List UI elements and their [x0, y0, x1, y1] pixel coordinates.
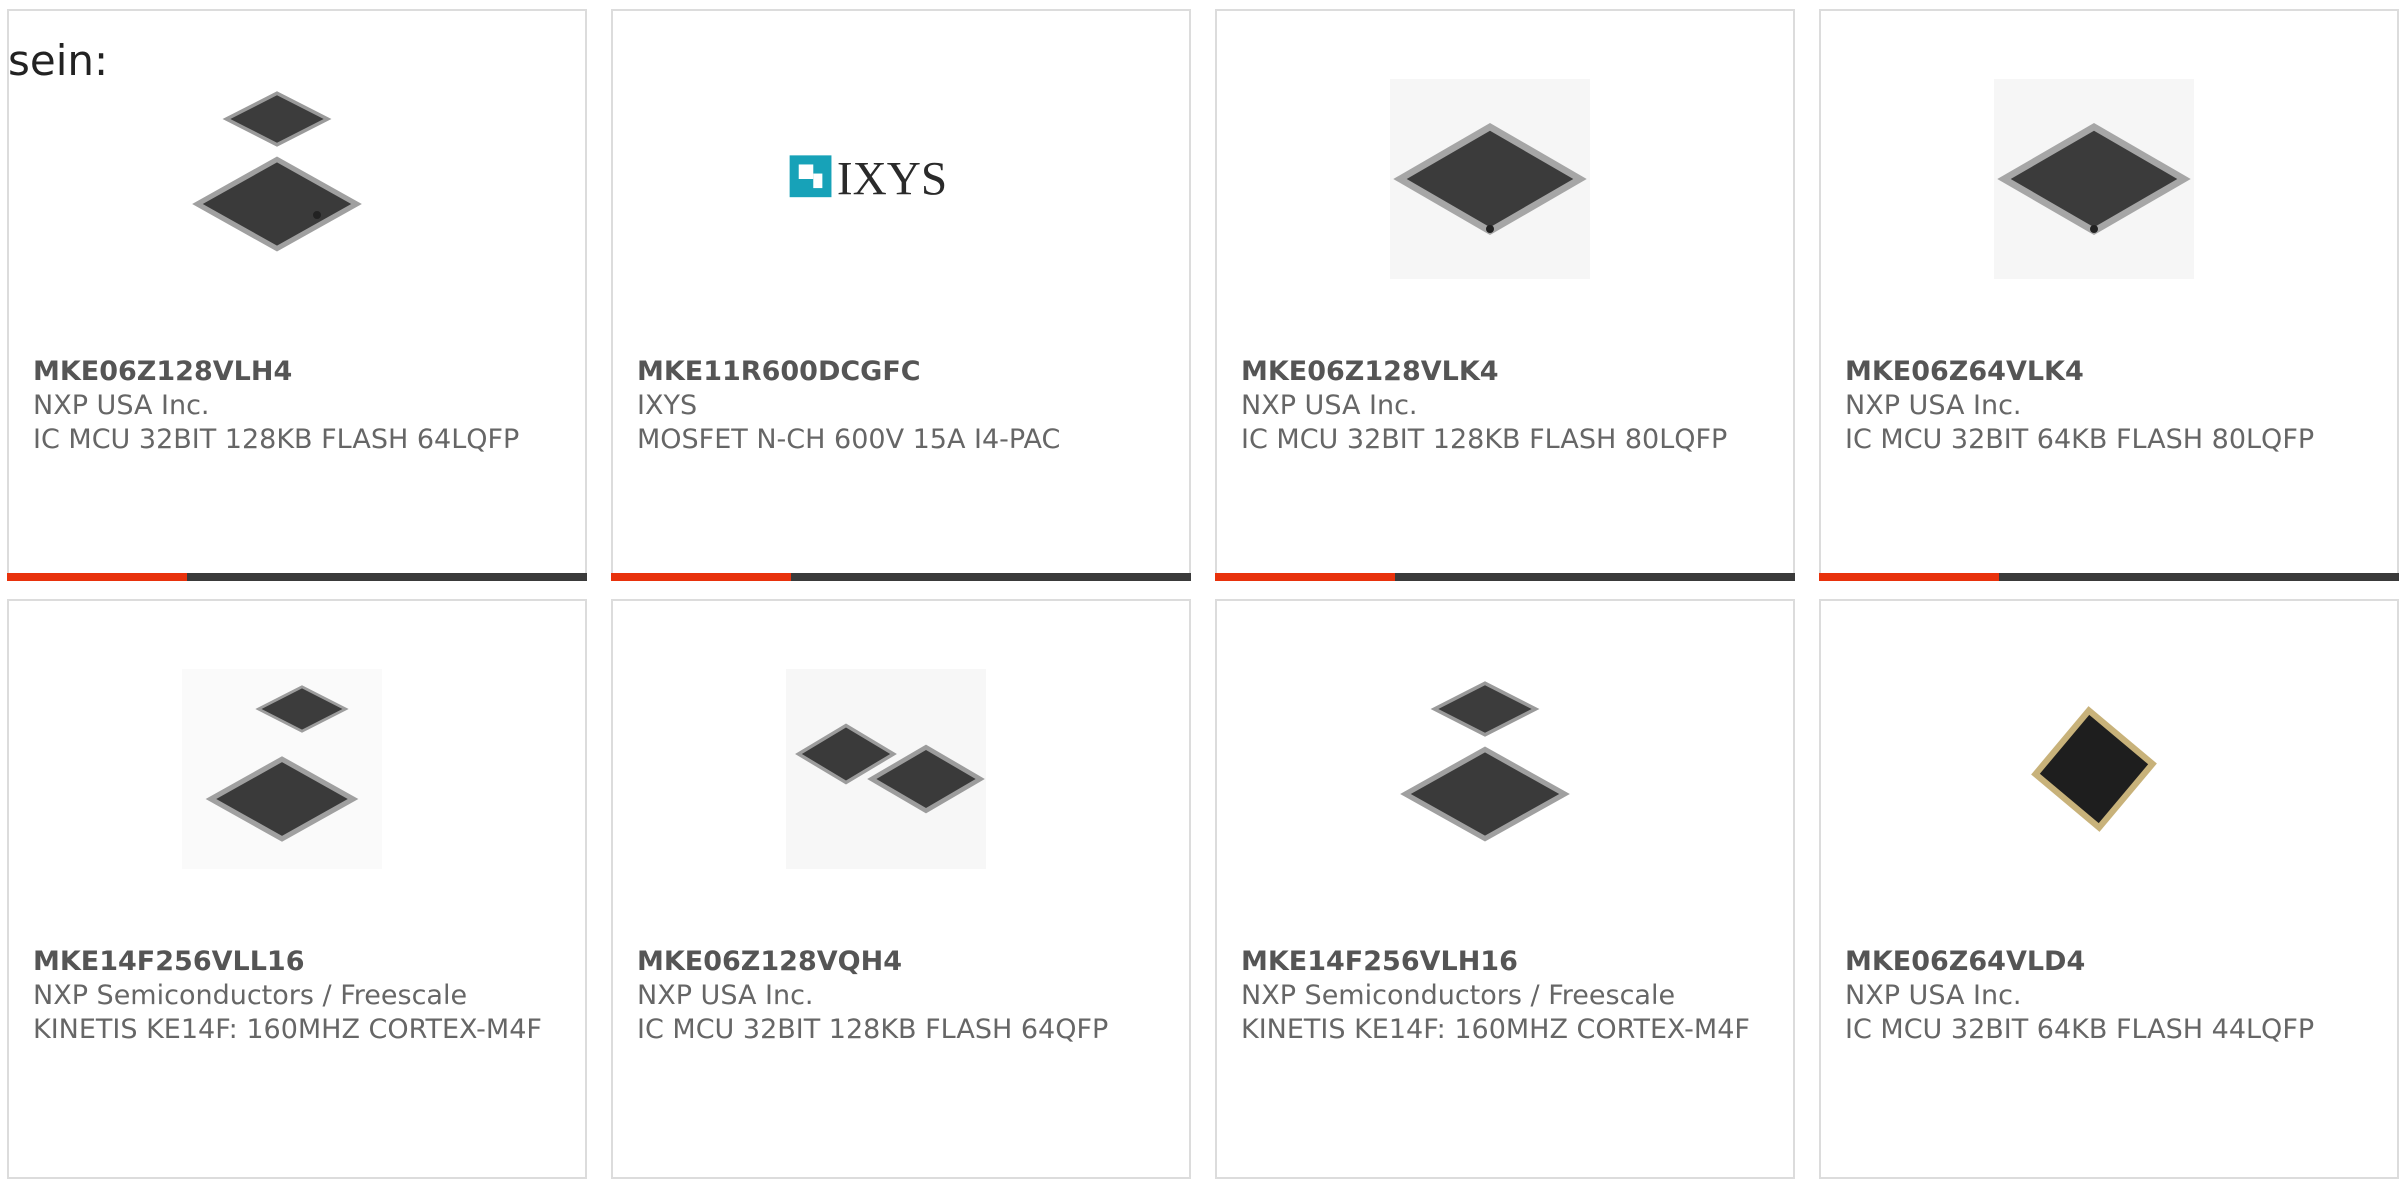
ixys-logo: IXYS — [786, 79, 986, 279]
manufacturer: NXP Semiconductors / Freescale — [1241, 980, 1676, 1011]
ic-two-qfp-stacked-icon — [182, 669, 382, 869]
progress-bar — [611, 573, 1191, 581]
description: MOSFET N-CH 600V 15A I4-PAC — [637, 424, 1061, 455]
progress-fill — [1819, 573, 1999, 581]
description: IC MCU 32BIT 64KB FLASH 44LQFP — [1845, 1014, 2315, 1045]
part-number[interactable]: MKE06Z128VLK4 — [1241, 355, 1773, 389]
progress-fill — [1215, 573, 1395, 581]
product-card[interactable]: MKE14F256VLH16 NXP Semiconductors / Free… — [1215, 599, 1795, 1179]
progress-fill — [611, 573, 791, 581]
ic-lqfp-small-icon — [1994, 669, 2194, 869]
description: KINETIS KE14F: 160MHZ CORTEX-M4F — [33, 1014, 542, 1045]
manufacturer: IXYS — [637, 390, 698, 421]
description: KINETIS KE14F: 160MHZ CORTEX-M4F — [1241, 1014, 1750, 1045]
ic-two-qfp-side-icon — [786, 669, 986, 869]
ic-qfp-single-icon — [1994, 79, 2194, 279]
product-card[interactable]: MKE06Z128VLH4 NXP USA Inc. IC MCU 32BIT … — [7, 9, 587, 581]
manufacturer: NXP USA Inc. — [637, 980, 814, 1011]
product-card[interactable]: MKE06Z128VQH4 NXP USA Inc. IC MCU 32BIT … — [611, 599, 1191, 1179]
ic-qfp-single-icon — [1390, 79, 1590, 279]
manufacturer: NXP USA Inc. — [1845, 980, 2022, 1011]
part-number[interactable]: MKE06Z128VLH4 — [33, 355, 565, 389]
product-card[interactable]: MKE06Z128VLK4 NXP USA Inc. IC MCU 32BIT … — [1215, 9, 1795, 581]
product-card[interactable]: MKE06Z64VLK4 NXP USA Inc. IC MCU 32BIT 6… — [1819, 9, 2399, 581]
manufacturer: NXP USA Inc. — [1845, 390, 2022, 421]
intro-text: sein: — [8, 36, 109, 85]
part-number[interactable]: MKE14F256VLH16 — [1241, 945, 1773, 979]
description: IC MCU 32BIT 128KB FLASH 64QFP — [637, 1014, 1109, 1045]
progress-bar — [7, 573, 587, 581]
description: IC MCU 32BIT 64KB FLASH 80LQFP — [1845, 424, 2315, 455]
logo-text: IXYS — [837, 153, 947, 205]
product-card[interactable]: IXYS MKE11R600DCGFC IXYS MOSFET N-CH 600… — [611, 9, 1191, 581]
ic-two-qfp-stacked-icon — [1390, 669, 1590, 869]
part-number[interactable]: MKE06Z64VLD4 — [1845, 945, 2377, 979]
part-number[interactable]: MKE11R600DCGFC — [637, 355, 1169, 389]
product-card[interactable]: MKE14F256VLL16 NXP Semiconductors / Free… — [7, 599, 587, 1179]
progress-bar — [1819, 573, 2399, 581]
manufacturer: NXP Semiconductors / Freescale — [33, 980, 468, 1011]
description: IC MCU 32BIT 128KB FLASH 80LQFP — [1241, 424, 1728, 455]
manufacturer: NXP USA Inc. — [33, 390, 210, 421]
part-number[interactable]: MKE06Z128VQH4 — [637, 945, 1169, 979]
ic-two-qfp-stacked-icon — [182, 79, 382, 279]
progress-bar — [1215, 573, 1795, 581]
manufacturer: NXP USA Inc. — [1241, 390, 1418, 421]
description: IC MCU 32BIT 128KB FLASH 64LQFP — [33, 424, 520, 455]
progress-fill — [7, 573, 187, 581]
part-number[interactable]: MKE06Z64VLK4 — [1845, 355, 2377, 389]
product-card[interactable]: MKE06Z64VLD4 NXP USA Inc. IC MCU 32BIT 6… — [1819, 599, 2399, 1179]
part-number[interactable]: MKE14F256VLL16 — [33, 945, 565, 979]
